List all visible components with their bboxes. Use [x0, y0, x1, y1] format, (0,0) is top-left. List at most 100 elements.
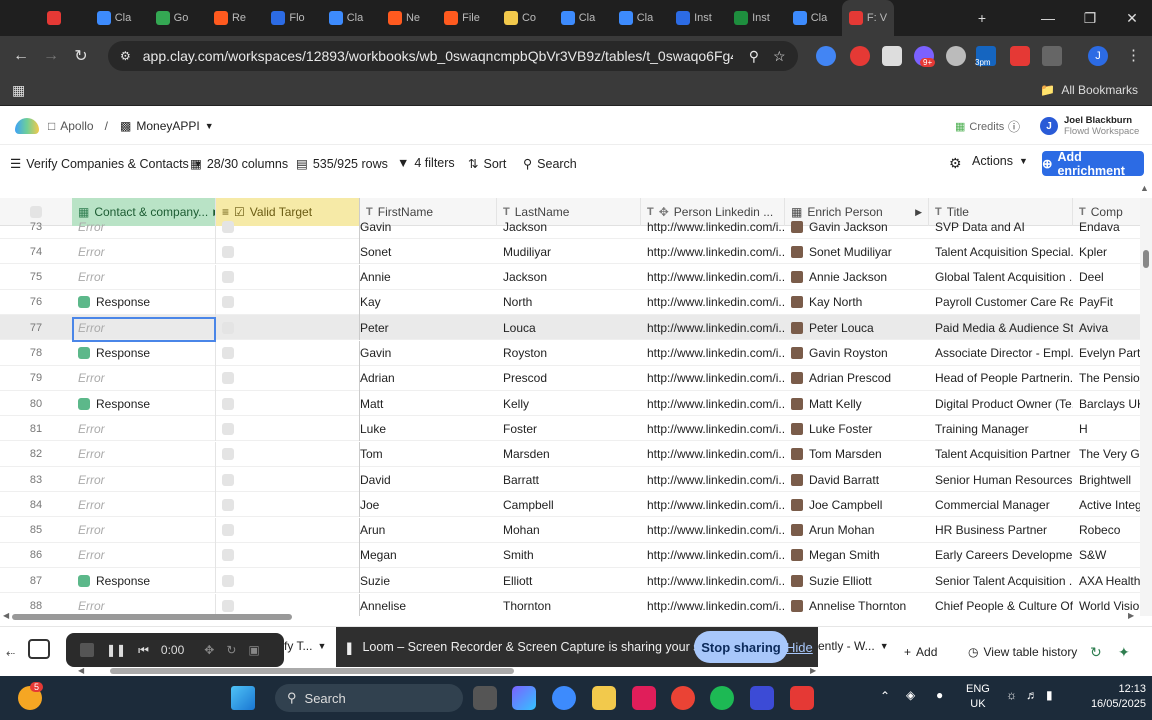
close-icon[interactable]: ✕ [1110, 0, 1152, 36]
view-tab-truncated[interactable]: fy T... ▼ [284, 639, 326, 653]
settings-gear-icon[interactable]: ⚙ [949, 155, 962, 172]
cell-linkedin[interactable]: http://www.linkedin.com/i... [641, 341, 785, 366]
cell-valid-target[interactable] [216, 264, 360, 290]
checkbox[interactable] [222, 498, 234, 511]
browser-tab[interactable]: File [436, 0, 488, 36]
cell-valid-target[interactable] [216, 416, 360, 442]
cell-enrich-person[interactable]: Sonet Mudiliyar [785, 239, 929, 264]
search-button[interactable]: ⚲ Search [523, 156, 577, 172]
camera-icon[interactable] [28, 639, 50, 659]
chrome-app-icon[interactable] [552, 686, 576, 710]
cell-contact-company[interactable]: Error [72, 315, 216, 341]
cell-company[interactable]: Evelyn Partn [1073, 341, 1140, 366]
cell-company[interactable]: Active Integr [1073, 492, 1140, 517]
cell-lastname[interactable]: North [497, 290, 641, 315]
profile-avatar[interactable]: J [1088, 46, 1108, 66]
cell-enrich-person[interactable]: Joe Campbell [785, 492, 929, 517]
apps-grid-icon[interactable]: ▦ [12, 82, 25, 99]
minimize-icon[interactable]: — [1026, 0, 1070, 36]
checkbox[interactable] [222, 245, 234, 258]
cell-firstname[interactable]: Kay [360, 290, 497, 315]
cell-contact-company[interactable]: Response [72, 340, 216, 366]
cell-contact-company[interactable]: Error [72, 239, 216, 265]
cell-firstname[interactable]: Arun [360, 518, 497, 543]
table-row[interactable]: 74 Error Sonet Mudiliyar http://www.linkedin… [0, 239, 1140, 265]
cell-valid-target[interactable] [216, 340, 360, 366]
vertical-scrollbar[interactable] [1140, 198, 1152, 616]
cell-enrich-person[interactable]: Suzie Elliott [785, 568, 929, 593]
cell-linkedin[interactable]: http://www.linkedin.com/i... [641, 290, 785, 315]
cell-enrich-person[interactable]: David Barratt [785, 467, 929, 492]
filters-button[interactable]: ▼ 4 filters [397, 156, 455, 170]
scrollbar-thumb[interactable] [1143, 250, 1149, 268]
network-icon[interactable]: ◈ [906, 688, 915, 702]
cell-firstname[interactable]: Peter [360, 315, 497, 340]
clay-logo-icon[interactable] [15, 118, 39, 134]
cell-enrich-person[interactable]: Annie Jackson [785, 265, 929, 290]
cell-linkedin[interactable]: http://www.linkedin.com/i... [641, 543, 785, 568]
browser-tab[interactable]: Cla [552, 0, 604, 36]
cell-title[interactable]: Associate Director - Empl... [929, 341, 1073, 366]
cell-enrich-person[interactable]: Luke Foster [785, 416, 929, 441]
stop-record-icon[interactable] [80, 643, 94, 657]
site-info-icon[interactable]: ⚙ [120, 49, 131, 63]
cell-contact-company[interactable]: Error [72, 441, 216, 467]
cell-contact-company[interactable]: Response [72, 391, 216, 417]
hide-button[interactable]: Hide [786, 640, 813, 655]
cell-lastname[interactable]: Elliott [497, 568, 641, 593]
browser-tab[interactable]: Re [204, 0, 256, 36]
cell-lastname[interactable]: Mudiliyar [497, 239, 641, 264]
all-bookmarks[interactable]: 📁 All Bookmarks [1040, 83, 1138, 97]
scroll-left-icon[interactable]: ◀ [3, 611, 9, 620]
sort-button[interactable]: ⇅ Sort [468, 156, 506, 172]
address-bar[interactable]: ⚙ app.clay.com/workspaces/12893/workbook… [108, 41, 798, 71]
cell-title[interactable]: Talent Acquisition Special... [929, 239, 1073, 264]
scroll-right-icon[interactable]: ▶ [810, 666, 816, 675]
cell-title[interactable]: Digital Product Owner (Te... [929, 391, 1073, 416]
breadcrumb-workbook[interactable]: ▩ MoneyAPPI ▼ [120, 119, 214, 133]
cell-company[interactable]: Aviva [1073, 315, 1140, 340]
actions-button[interactable]: Actions ▼ [972, 154, 1028, 168]
cell-title[interactable]: HR Business Partner [929, 518, 1073, 543]
cell-lastname[interactable]: Jackson [497, 214, 641, 239]
checkbox[interactable] [222, 422, 234, 435]
table-row[interactable]: 80 Response Matt Kelly http://www.linkedin.c… [0, 391, 1140, 417]
add-view-button[interactable]: + Add [904, 645, 937, 659]
app-icon[interactable] [790, 686, 814, 710]
scroll-right-icon[interactable]: ▶ [1128, 611, 1134, 620]
table-row[interactable]: 78 Response Gavin Royston http://www.linkedi… [0, 340, 1140, 366]
cell-company[interactable]: Barclays UK [1073, 391, 1140, 416]
cell-title[interactable]: Paid Media & Audience St... [929, 315, 1073, 340]
rewind-icon[interactable]: ⏮ [138, 643, 149, 658]
columns-button[interactable]: ▦ 28/30 columns [190, 156, 288, 172]
cell-title[interactable]: Early Careers Developme... [929, 543, 1073, 568]
search-icon[interactable]: ⚲ [749, 48, 759, 65]
view-tab-truncated[interactable]: ently - W... ▼ [818, 639, 889, 653]
horizontal-scrollbar[interactable] [0, 612, 1140, 622]
table-row[interactable]: 87 Response Suzie Elliott http://www.linkedi… [0, 568, 1140, 594]
slack-icon[interactable] [632, 686, 656, 710]
cell-firstname[interactable]: Megan [360, 543, 497, 568]
cell-firstname[interactable]: Annie [360, 265, 497, 290]
cell-title[interactable]: Commercial Manager [929, 492, 1073, 517]
checkbox[interactable] [222, 549, 234, 562]
cell-lastname[interactable]: Jackson [497, 265, 641, 290]
taskbar-search[interactable]: ⚲ Search [275, 684, 463, 712]
pin-icon[interactable]: ✦ [1118, 644, 1130, 661]
cell-company[interactable]: Deel [1073, 265, 1140, 290]
cell-lastname[interactable]: Campbell [497, 492, 641, 517]
cell-company[interactable]: Robeco [1073, 518, 1140, 543]
cell-company[interactable]: Kpler [1073, 239, 1140, 264]
browser-tab[interactable]: Cla [784, 0, 836, 36]
browser-tab[interactable]: Cla [320, 0, 372, 36]
cell-company[interactable]: The Pension [1073, 366, 1140, 391]
cell-firstname[interactable]: David [360, 467, 497, 492]
cell-enrich-person[interactable]: Arun Mohan [785, 518, 929, 543]
cell-valid-target[interactable] [216, 568, 360, 594]
cell-enrich-person[interactable]: Tom Marsden [785, 442, 929, 467]
credits-button[interactable]: ▦ Credits [955, 120, 1004, 134]
cell-linkedin[interactable]: http://www.linkedin.com/i... [641, 416, 785, 441]
cell-linkedin[interactable]: http://www.linkedin.com/i... [641, 265, 785, 290]
battery-icon[interactable]: ▮ [1046, 688, 1053, 702]
trash-icon[interactable]: ▣ [248, 643, 259, 657]
